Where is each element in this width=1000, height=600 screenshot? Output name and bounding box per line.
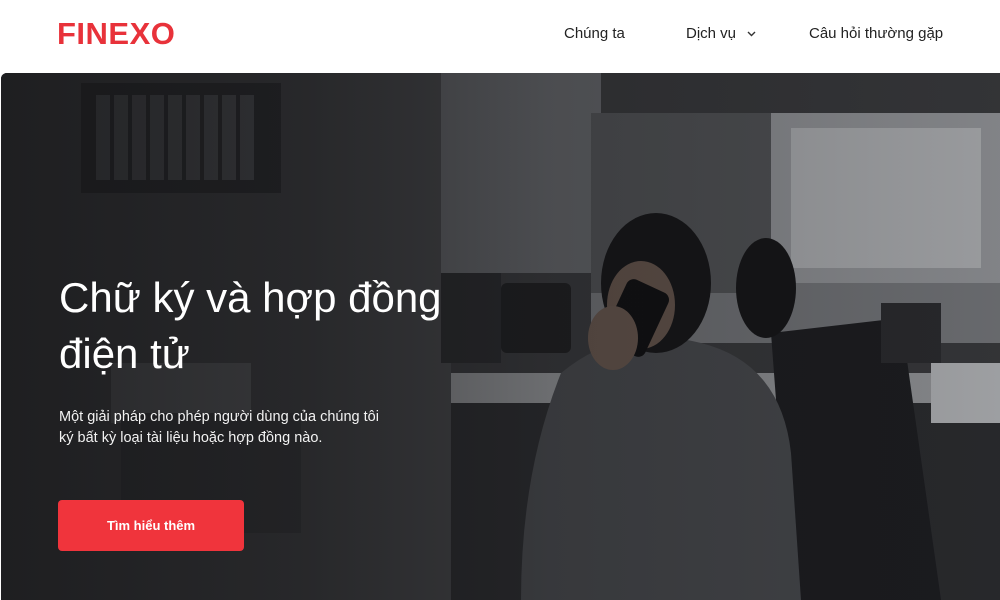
nav-item-dich-vu[interactable]: Dịch vụ (686, 25, 756, 43)
hero-subtitle: Một giải pháp cho phép người dùng của ch… (59, 409, 379, 446)
finexo-logo[interactable]: FINEXO (57, 17, 175, 51)
nav-item-chung-ta[interactable]: Chúng ta (564, 25, 625, 43)
site-header: FINEXO Chúng ta Dịch vụ Câu hỏi thường g… (0, 0, 1000, 72)
hero-title: Chữ ký và hợp đồng điện tử (59, 274, 442, 377)
nav-item-label: Chúng ta (564, 25, 625, 42)
chevron-down-icon (747, 24, 756, 42)
hero-section: Chữ ký và hợp đồng điện tử Một giải pháp… (1, 73, 1000, 600)
nav-item-label: Câu hỏi thường gặp (809, 25, 944, 42)
nav-item-faq[interactable]: Câu hỏi thường gặp (809, 25, 943, 43)
learn-more-button[interactable]: Tìm hiểu thêm (58, 500, 244, 551)
nav-item-label: Dịch vụ (686, 25, 737, 42)
